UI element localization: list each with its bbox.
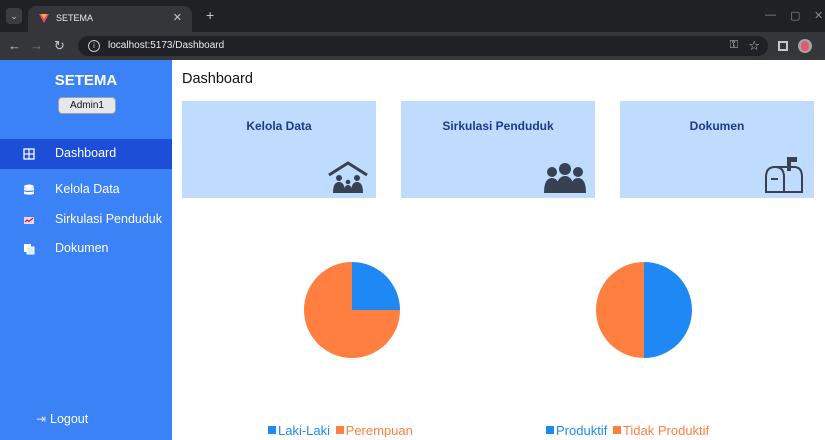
tab-search-icon[interactable]: ⌄	[6, 8, 22, 24]
legend-gender: Laki-Laki Perempuan	[268, 423, 413, 438]
minimize-icon[interactable]: —	[765, 9, 776, 21]
legend-label: Tidak Produktif	[622, 423, 710, 438]
address-bar: ← → ↻ i localhost:5173/Dashboard ⚿ ☆	[0, 32, 825, 60]
legend-swatch	[335, 426, 344, 434]
profile-avatar-icon[interactable]	[798, 39, 812, 53]
family-house-icon	[328, 161, 368, 193]
legend-label: Perempuan	[345, 423, 413, 438]
favicon-icon	[39, 14, 49, 23]
password-key-icon[interactable]: ⚿	[730, 39, 738, 52]
browser-tab-bar: ⌄ SETEMA ✕ + — ▢ ✕	[0, 0, 825, 32]
page-title: Dashboard	[182, 71, 253, 87]
card-title: Sirkulasi Penduduk	[442, 119, 554, 133]
pie-chart-gender	[304, 262, 400, 358]
legend-productivity: Produktif Tidak Produktif	[546, 423, 709, 438]
tab-title: SETEMA	[56, 13, 94, 23]
pie-slice-laki-laki	[352, 262, 400, 310]
chart-icon	[24, 217, 34, 224]
legend-swatch	[612, 426, 621, 434]
sidebar-item-sirkulasi[interactable]: Sirkulasi Penduduk	[0, 205, 172, 235]
people-group-icon	[544, 163, 586, 193]
site-info-icon[interactable]: i	[88, 40, 100, 52]
sidebar: SETEMA Admin1 Dashboard Kelola Data Sirk…	[0, 60, 172, 440]
side-panel-icon[interactable]	[778, 41, 788, 51]
logout-icon: ⇥	[36, 412, 47, 426]
mailbox-icon	[765, 157, 803, 193]
card-sirkulasi-penduduk[interactable]: Sirkulasi Penduduk	[401, 101, 595, 198]
sidebar-item-label: Kelola Data	[55, 182, 120, 196]
legend-swatch	[546, 426, 554, 434]
url-field[interactable]: i localhost:5173/Dashboard ⚿ ☆	[78, 36, 768, 56]
sidebar-item-label: Sirkulasi Penduduk	[55, 212, 163, 226]
sidebar-item-label: Dashboard	[55, 146, 117, 160]
card-dokumen[interactable]: Dokumen	[620, 101, 814, 198]
sidebar-item-dokumen[interactable]: Dokumen	[0, 234, 172, 264]
sidebar-item-kelola-data[interactable]: Kelola Data	[0, 175, 172, 205]
pie-chart-productivity	[596, 262, 692, 358]
card-kelola-data[interactable]: Kelola Data	[182, 101, 376, 198]
reload-icon[interactable]: ↻	[54, 38, 65, 54]
bookmark-star-icon[interactable]: ☆	[748, 38, 760, 54]
card-title: Dokumen	[689, 119, 745, 133]
pie-slice-produktif	[644, 262, 692, 358]
legend-label: Laki-Laki	[278, 423, 331, 438]
legend-swatch	[268, 426, 276, 434]
back-icon[interactable]: ←	[8, 38, 21, 53]
close-window-icon[interactable]: ✕	[814, 9, 823, 22]
close-tab-icon[interactable]: ✕	[173, 11, 182, 24]
card-title: Kelola Data	[246, 119, 312, 133]
document-stack-icon	[24, 244, 35, 255]
new-tab-icon[interactable]: +	[206, 7, 214, 23]
logout-button[interactable]: ⇥ Logout	[36, 412, 89, 426]
forward-icon[interactable]: →	[30, 38, 43, 53]
browser-tab[interactable]: SETEMA ✕	[28, 6, 192, 32]
app-brand: SETEMA	[54, 72, 118, 89]
url-text: localhost:5173/Dashboard	[108, 40, 225, 51]
maximize-icon[interactable]: ▢	[790, 9, 800, 22]
pie-slice-tidak-produktif	[596, 262, 644, 358]
table-grid-icon	[23, 148, 35, 160]
sidebar-item-label: Dokumen	[55, 241, 109, 255]
user-badge: Admin1	[58, 97, 116, 114]
database-icon	[24, 184, 34, 195]
sidebar-item-dashboard[interactable]: Dashboard	[0, 139, 172, 169]
legend-label: Produktif	[556, 423, 608, 438]
logout-label: Logout	[50, 412, 89, 426]
